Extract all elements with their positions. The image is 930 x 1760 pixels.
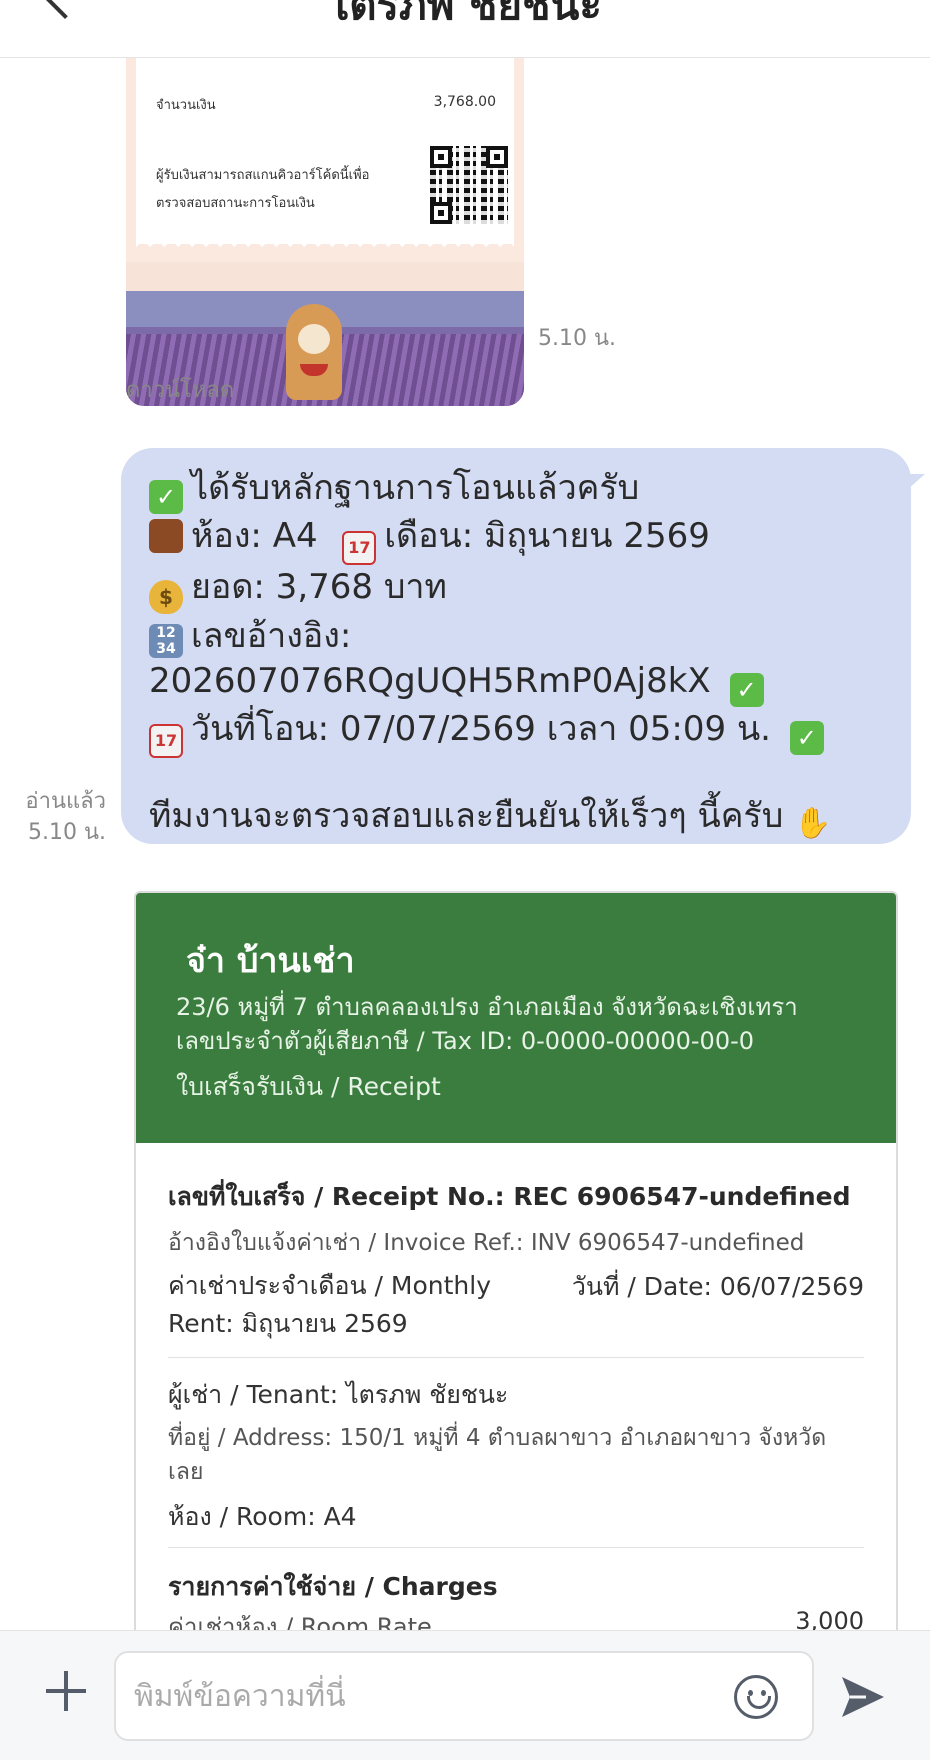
door-icon (149, 519, 183, 553)
confirm-line-ref-value: 202607076RQgUQH5RmP0Aj8kX ✓ (149, 659, 885, 707)
room-rate-label: ค่าเช่าห้อง / Room Rate (168, 1613, 432, 1630)
shiba-dog-illustration (286, 304, 342, 400)
slip-note: ผู้รับเงินสามารถสแกนคิวอาร์โค้ดนี้เพื่อต… (156, 168, 370, 211)
receipt-header: จ๋า บ้านเช่า 23/6 หมู่ที่ 7 ตำบลคลองเปรง… (136, 893, 896, 1143)
slip-amount-label: จำนวนเงิน (156, 98, 216, 113)
numbers-icon: 12 34 (149, 624, 183, 658)
receipt-date: วันที่ / Date: 06/07/2569 (571, 1272, 864, 1301)
emoji-icon[interactable] (734, 1675, 778, 1719)
confirm-line-closing: ทีมงานจะตรวจสอบและยืนยันให้เร็วๆ นี้ครับ… (149, 796, 832, 841)
slip-card: จำนวนเงิน 3,768.00 ผู้รับเงินสามารถสแกนค… (136, 58, 514, 244)
plus-icon[interactable] (46, 1671, 86, 1711)
message-composer (0, 1630, 930, 1760)
folded-hands-icon: ✋ (794, 806, 832, 841)
receipt-card[interactable]: จ๋า บ้านเช่า 23/6 หมู่ที่ 7 ตำบลคลองเปรง… (134, 891, 898, 1630)
image-timestamp: 5.10 น. (538, 326, 617, 351)
confirm-line-amount: $ ยอด: 3,768 บาท (149, 565, 885, 614)
confirmation-message-bubble[interactable]: ✓ ได้รับหลักฐานการโอนแล้วครับ ห้อง: A4 17… (121, 448, 925, 844)
send-icon[interactable] (840, 1675, 886, 1719)
message-timestamp: 5.10 น. (27, 820, 106, 845)
chat-title: ไตรภพ ชัยชนะ (328, 0, 602, 29)
room-number: ห้อง / Room: A4 (168, 1502, 357, 1531)
tax-id: เลขประจำตัวผู้เสียภาษี / Tax ID: 0-0000-… (176, 1027, 755, 1055)
charges-heading: รายการค่าใช้จ่าย / Charges (168, 1572, 498, 1601)
calendar-icon: 17 (342, 531, 377, 565)
calendar-icon: 17 (149, 724, 183, 758)
message-input[interactable] (114, 1651, 814, 1741)
money-bag-icon: $ (149, 580, 183, 614)
qr-code (430, 146, 508, 224)
slip-amount: 3,768.00 (433, 94, 496, 110)
landlord-name: จ๋า บ้านเช่า (186, 941, 355, 981)
check-mark-icon: ✓ (789, 721, 824, 755)
divider (168, 1357, 864, 1358)
confirm-line-received: ✓ ได้รับหลักฐานการโอนแล้วครับ (149, 466, 885, 514)
chat-thread[interactable]: จำนวนเงิน 3,768.00 ผู้รับเงินสามารถสแกนค… (0, 58, 930, 1630)
tenant-name: ผู้เช่า / Tenant: ไตรภพ ชัยชนะ (168, 1380, 509, 1409)
transfer-slip-image[interactable]: จำนวนเงิน 3,768.00 ผู้รับเงินสามารถสแกนค… (126, 58, 524, 406)
divider (168, 1547, 864, 1548)
chat-header: ไตรภพ ชัยชนะ (0, 0, 930, 58)
read-receipt: อ่านแล้ว 5.10 น. (10, 786, 106, 848)
check-mark-icon: ✓ (149, 480, 183, 514)
invoice-reference: อ้างอิงใบแจ้งค่าเช่า / Invoice Ref.: INV… (168, 1230, 805, 1256)
check-mark-icon: ✓ (729, 673, 764, 707)
confirm-line-transfer-date: 17 วันที่โอน: 07/07/2569 เวลา 05:09 น. ✓ (149, 707, 885, 758)
confirm-line-room-month: ห้อง: A4 17 เดือน: มิถุนายน 2569 (149, 514, 885, 565)
download-link[interactable]: ดาวน์โหลด (126, 372, 234, 407)
room-rate-amount: 3,000 (795, 1607, 864, 1630)
receipt-number: เลขที่ใบเสร็จ / Receipt No.: REC 6906547… (168, 1182, 851, 1211)
document-type: ใบเสร็จรับเงิน / Receipt (176, 1072, 441, 1101)
confirm-line-ref-label: 12 34 เลขอ้างอิง: (149, 614, 885, 659)
read-label: อ่านแล้ว (25, 789, 106, 814)
rent-month: ค่าเช่าประจำเดือน / Monthly Rent: มิถุนา… (168, 1271, 492, 1338)
slip-zigzag-edge (136, 240, 514, 254)
tenant-address: ที่อยู่ / Address: 150/1 หมู่ที่ 4 ตำบลผ… (168, 1425, 827, 1485)
